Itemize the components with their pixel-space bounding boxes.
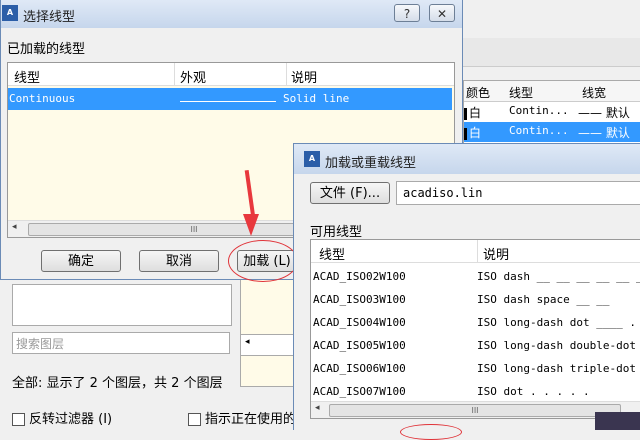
color-swatch bbox=[464, 107, 467, 120]
loaded-linetypes-label: 已加载的线型 bbox=[7, 42, 86, 57]
scroll-thumb[interactable]: III bbox=[329, 404, 621, 417]
scroll-left-icon[interactable]: ◂ bbox=[12, 222, 17, 232]
linetype-appearance-preview bbox=[180, 101, 276, 102]
annotation-ellipse-load bbox=[228, 240, 298, 282]
dialog-titlebar[interactable]: A 选择线型 ? ✕ bbox=[1, 0, 462, 28]
layer-table: 颜色 线型 线宽 白 Contin... —— 默认 白 Contin... —… bbox=[463, 80, 640, 144]
load-reload-linetypes-dialog: A 加载或重载线型 文件 (F)... acadiso.lin 可用线型 线型 … bbox=[293, 143, 640, 430]
scroll-left-icon[interactable]: ◂ bbox=[315, 403, 320, 413]
autocad-app-icon: A bbox=[2, 5, 18, 21]
layer-table-header: 颜色 线型 线宽 bbox=[464, 81, 640, 102]
watermark-corner bbox=[595, 412, 640, 430]
dialog-title: 加载或重载线型 bbox=[325, 156, 417, 171]
filter-tree[interactable] bbox=[12, 284, 232, 326]
show-in-use-checkbox[interactable]: 指示正在使用的 bbox=[188, 408, 296, 427]
column-description[interactable]: 说明 bbox=[291, 67, 317, 86]
panel-scrollbar[interactable]: ◂ bbox=[240, 334, 295, 356]
linetype-name: Continuous bbox=[9, 92, 76, 105]
color-swatch bbox=[464, 127, 467, 140]
checkbox-icon[interactable] bbox=[12, 413, 25, 426]
annotation-arrow-head bbox=[243, 214, 259, 236]
linetype-row-selected[interactable]: Continuous Solid line bbox=[8, 88, 452, 110]
invert-filter-checkbox[interactable]: 反转过滤器 (I) bbox=[12, 408, 112, 427]
available-linetypes-list[interactable]: 线型 说明 ACAD_ISO02W100 ISO dash __ __ __ _… bbox=[310, 239, 640, 419]
annotation-ellipse-bottom bbox=[400, 424, 462, 440]
list-header: 线型 说明 bbox=[311, 240, 640, 263]
column-color[interactable]: 颜色 bbox=[466, 84, 490, 101]
file-button[interactable]: 文件 (F)... bbox=[310, 182, 390, 204]
linetype-row[interactable]: ACAD_ISO05W100 ISO long-dash double-dot bbox=[311, 335, 640, 358]
scroll-left-icon[interactable]: ◂ bbox=[245, 337, 250, 347]
column-description[interactable]: 说明 bbox=[483, 244, 509, 263]
linetype-description: Solid line bbox=[283, 92, 350, 105]
available-linetypes-label: 可用线型 bbox=[310, 225, 363, 240]
dialog-titlebar[interactable]: A 加载或重载线型 bbox=[294, 144, 640, 174]
layer-search-input[interactable]: 搜索图层 bbox=[12, 332, 230, 354]
layer-row-selected[interactable]: 白 Contin... —— 默认 bbox=[464, 122, 640, 142]
horizontal-scrollbar[interactable]: ◂ III bbox=[311, 401, 640, 418]
layer-row[interactable]: 白 Contin... —— 默认 bbox=[464, 102, 640, 122]
column-linetype[interactable]: 线型 bbox=[509, 84, 533, 101]
linetype-row[interactable]: ACAD_ISO03W100 ISO dash space __ __ bbox=[311, 289, 640, 312]
dialog-title: 选择线型 bbox=[23, 10, 76, 25]
column-lineweight[interactable]: 线宽 bbox=[582, 84, 606, 101]
linetype-row[interactable]: ACAD_ISO02W100 ISO dash __ __ __ __ __ _… bbox=[311, 266, 640, 289]
cancel-button[interactable]: 取消 bbox=[139, 250, 219, 272]
toolbar-strip bbox=[463, 38, 640, 67]
help-button[interactable]: ? bbox=[394, 4, 420, 22]
column-linetype[interactable]: 线型 bbox=[319, 244, 345, 263]
column-linetype[interactable]: 线型 bbox=[14, 67, 40, 86]
linetype-row[interactable]: ACAD_ISO04W100 ISO long-dash dot ____ . bbox=[311, 312, 640, 335]
close-button[interactable]: ✕ bbox=[429, 4, 455, 22]
autocad-app-icon: A bbox=[304, 151, 320, 167]
ok-button[interactable]: 确定 bbox=[41, 250, 121, 272]
list-header: 线型 外观 说明 bbox=[8, 63, 454, 86]
checkbox-icon[interactable] bbox=[188, 413, 201, 426]
layer-status-text: 全部: 显示了 2 个图层，共 2 个图层 bbox=[12, 376, 223, 391]
linetype-row[interactable]: ACAD_ISO06W100 ISO long-dash triple-dot bbox=[311, 358, 640, 381]
column-appearance[interactable]: 外观 bbox=[180, 67, 206, 86]
linetype-file-field[interactable]: acadiso.lin bbox=[396, 181, 640, 205]
